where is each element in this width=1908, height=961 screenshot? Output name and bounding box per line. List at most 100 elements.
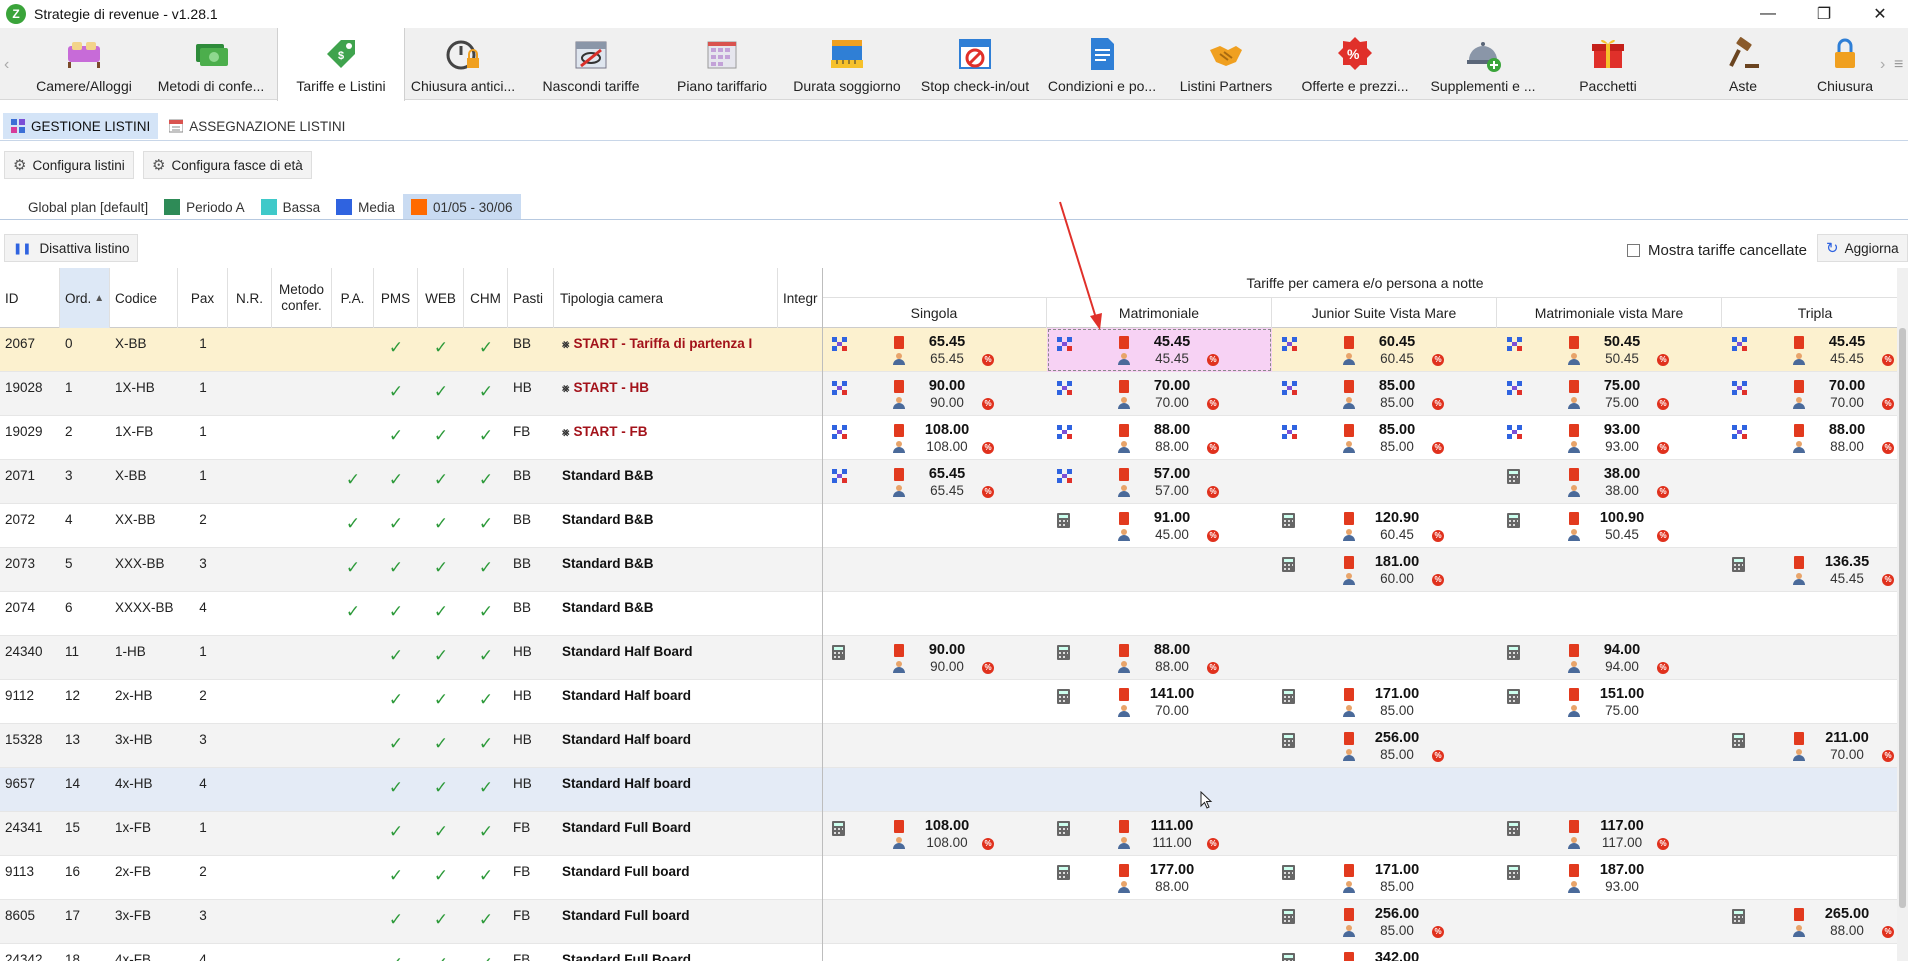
plan-global[interactable]: Global plan [default] — [20, 194, 156, 220]
col-pms[interactable]: PMS — [374, 268, 418, 328]
rate-cell[interactable]: 65.45 65.45% — [822, 460, 1047, 504]
room-header-junior-suite[interactable]: Junior Suite Vista Mare — [1272, 298, 1497, 328]
rate-cell[interactable]: 70.00 70.00% — [1722, 372, 1908, 416]
rate-rules-icon[interactable] — [1057, 381, 1073, 395]
rate-rules-icon[interactable] — [1282, 381, 1298, 395]
tab-gestione-listini[interactable]: GESTIONE LISTINI — [3, 113, 159, 139]
rate-cell[interactable]: 70.00 70.00% — [1047, 372, 1272, 416]
rate-cell[interactable]: 45.45 45.45% — [1722, 328, 1908, 372]
rate-cell[interactable]: 177.00 88.00 — [1047, 856, 1272, 900]
col-codice[interactable]: Codice — [110, 268, 178, 328]
rate-rules-icon[interactable] — [832, 425, 848, 439]
aggiorna-button[interactable]: ↻ Aggiorna — [1817, 234, 1908, 262]
rate-cell[interactable]: 88.00 88.00% — [1047, 416, 1272, 460]
calculator-icon[interactable] — [1507, 469, 1523, 484]
rate-cell[interactable]: 57.00 57.00% — [1047, 460, 1272, 504]
rate-cell[interactable]: 256.00 85.00% — [1272, 900, 1497, 944]
table-row[interactable]: 19029 2 1X-FB 1 ✓ ✓ ✓ FB ⨳ START - FB 108.00 108.00… — [0, 416, 1908, 460]
toolbar-item-nascondi-tariffe[interactable]: Nascondi tariffe — [530, 28, 652, 100]
toolbar-scroll-left-icon[interactable]: ‹ — [4, 56, 9, 74]
rate-rules-icon[interactable] — [1732, 425, 1748, 439]
toolbar-menu-icon[interactable]: ≡ — [1894, 56, 1903, 74]
rate-rules-icon[interactable] — [1057, 337, 1073, 351]
rate-cell[interactable]: 38.00 38.00% — [1497, 460, 1722, 504]
vertical-scrollbar[interactable] — [1897, 268, 1908, 961]
toolbar-item-aste[interactable]: Aste — [1678, 28, 1808, 100]
table-row[interactable]: 9113 16 2x-FB 2 ✓ ✓ ✓ FB Standard Full board 177.… — [0, 856, 1908, 900]
calculator-icon[interactable] — [1282, 953, 1298, 961]
toolbar-item-listini-partners[interactable]: Listini Partners — [1164, 28, 1288, 100]
col-ord[interactable]: Ord. ▲ — [60, 268, 110, 328]
calculator-icon[interactable] — [1282, 909, 1298, 924]
col-chm[interactable]: CHM — [464, 268, 508, 328]
calculator-icon[interactable] — [1732, 557, 1748, 572]
minimize-button[interactable]: — — [1740, 0, 1796, 28]
checkbox-box[interactable] — [1627, 244, 1640, 257]
rate-cell[interactable]: 211.00 70.00% — [1722, 724, 1908, 768]
col-pa[interactable]: P.A. — [332, 268, 374, 328]
table-row[interactable]: 15328 13 3x-HB 3 ✓ ✓ ✓ HB Standard Half board 256… — [0, 724, 1908, 768]
room-header-singola[interactable]: Singola — [822, 298, 1047, 328]
calculator-icon[interactable] — [1282, 513, 1298, 528]
rate-rules-icon[interactable] — [1507, 425, 1523, 439]
configura-listini-button[interactable]: ⚙ Configura listini — [4, 151, 134, 179]
rate-cell[interactable]: 45.45 45.45% — [1047, 328, 1272, 372]
calculator-icon[interactable] — [1057, 513, 1073, 528]
col-id[interactable]: ID — [0, 268, 60, 328]
col-pasti[interactable]: Pasti — [508, 268, 554, 328]
rate-cell[interactable]: 120.90 60.45% — [1272, 504, 1497, 548]
calculator-icon[interactable] — [1282, 733, 1298, 748]
rate-cell[interactable]: 50.45 50.45% — [1497, 328, 1722, 372]
disattiva-listino-button[interactable]: ❚❚ Disattiva listino — [4, 234, 139, 262]
rate-rules-icon[interactable] — [1282, 425, 1298, 439]
toolbar-item-condizioni-e-po[interactable]: Condizioni e po... — [1037, 28, 1167, 100]
rate-rules-icon[interactable] — [832, 337, 848, 351]
rate-cell[interactable]: 93.00 93.00% — [1497, 416, 1722, 460]
rate-rules-icon[interactable] — [1057, 469, 1073, 483]
rate-cell[interactable]: 88.00 88.00% — [1047, 636, 1272, 680]
room-header-matrimoniale[interactable]: Matrimoniale — [1047, 298, 1272, 328]
table-row[interactable]: 2071 3 X-BB 1 ✓ ✓ ✓ ✓ BB Standard B&B 65.45 65.45% 5… — [0, 460, 1908, 504]
rate-cell[interactable]: 171.00 85.00 — [1272, 856, 1497, 900]
rate-rules-icon[interactable] — [832, 381, 848, 395]
plan-0105-3006[interactable]: 01/05 - 30/06 — [402, 194, 521, 220]
rate-cell[interactable]: 256.00 85.00% — [1272, 724, 1497, 768]
rate-cell[interactable]: 85.00 85.00% — [1272, 416, 1497, 460]
table-row[interactable]: 2073 5 XXX-BB 3 ✓ ✓ ✓ ✓ BB Standard B&B 181.00 60.0… — [0, 548, 1908, 592]
calculator-icon[interactable] — [1507, 689, 1523, 704]
rate-cell[interactable]: 90.00 90.00% — [822, 372, 1047, 416]
rate-cell[interactable]: 60.45 60.45% — [1272, 328, 1497, 372]
col-web[interactable]: WEB — [418, 268, 464, 328]
calculator-icon[interactable] — [1507, 645, 1523, 660]
col-metodo[interactable]: Metodo confer. — [272, 268, 332, 328]
tab-assegnazione-listini[interactable]: ASSEGNAZIONE LISTINI — [161, 113, 353, 139]
calculator-icon[interactable] — [1507, 865, 1523, 880]
rate-cell[interactable]: 342.00 — [1272, 944, 1497, 961]
rate-cell[interactable]: 108.00 108.00% — [822, 416, 1047, 460]
room-header-tripla[interactable]: Tripla — [1722, 298, 1908, 328]
calculator-icon[interactable] — [1732, 909, 1748, 924]
toolbar-item-tariffe-e-listini[interactable]: $ Tariffe e Listini — [277, 28, 405, 101]
rate-cell[interactable]: 88.00 88.00% — [1722, 416, 1908, 460]
calculator-icon[interactable] — [1057, 645, 1073, 660]
mostra-tariffe-cancellate-checkbox[interactable]: Mostra tariffe cancellate — [1627, 242, 1807, 259]
table-row[interactable]: 2074 6 XXXX-BB 4 ✓ ✓ ✓ ✓ BB Standard B&B — [0, 592, 1908, 636]
scrollbar-thumb[interactable] — [1899, 328, 1906, 908]
col-pax[interactable]: Pax — [178, 268, 228, 328]
rate-cell[interactable]: 85.00 85.00% — [1272, 372, 1497, 416]
rate-cell[interactable]: 265.00 88.00% — [1722, 900, 1908, 944]
calculator-icon[interactable] — [1282, 689, 1298, 704]
toolbar-item-piano-tariffario[interactable]: Piano tariffario — [657, 28, 787, 100]
calculator-icon[interactable] — [1057, 689, 1073, 704]
restore-button[interactable]: ❐ — [1796, 0, 1852, 28]
calculator-icon[interactable] — [1057, 865, 1073, 880]
table-row[interactable]: 9657 14 4x-HB 4 ✓ ✓ ✓ HB Standard Half board — [0, 768, 1908, 812]
calculator-icon[interactable] — [1732, 733, 1748, 748]
rate-cell[interactable]: 94.00 94.00% — [1497, 636, 1722, 680]
toolbar-item-metodi-di-confe[interactable]: Metodi di confe... — [150, 28, 272, 100]
table-row[interactable]: 19028 1 1X-HB 1 ✓ ✓ ✓ HB ⨳ START - HB 90.00 90.00% 7… — [0, 372, 1908, 416]
table-row[interactable]: 2067 0 X-BB 1 ✓ ✓ ✓ BB ⨳ START - Tariffa di parte… — [0, 328, 1908, 372]
toolbar-item-durata-soggiorno[interactable]: Durata soggiorno — [784, 28, 910, 100]
rate-cell[interactable]: 181.00 60.00% — [1272, 548, 1497, 592]
calculator-icon[interactable] — [832, 645, 848, 660]
